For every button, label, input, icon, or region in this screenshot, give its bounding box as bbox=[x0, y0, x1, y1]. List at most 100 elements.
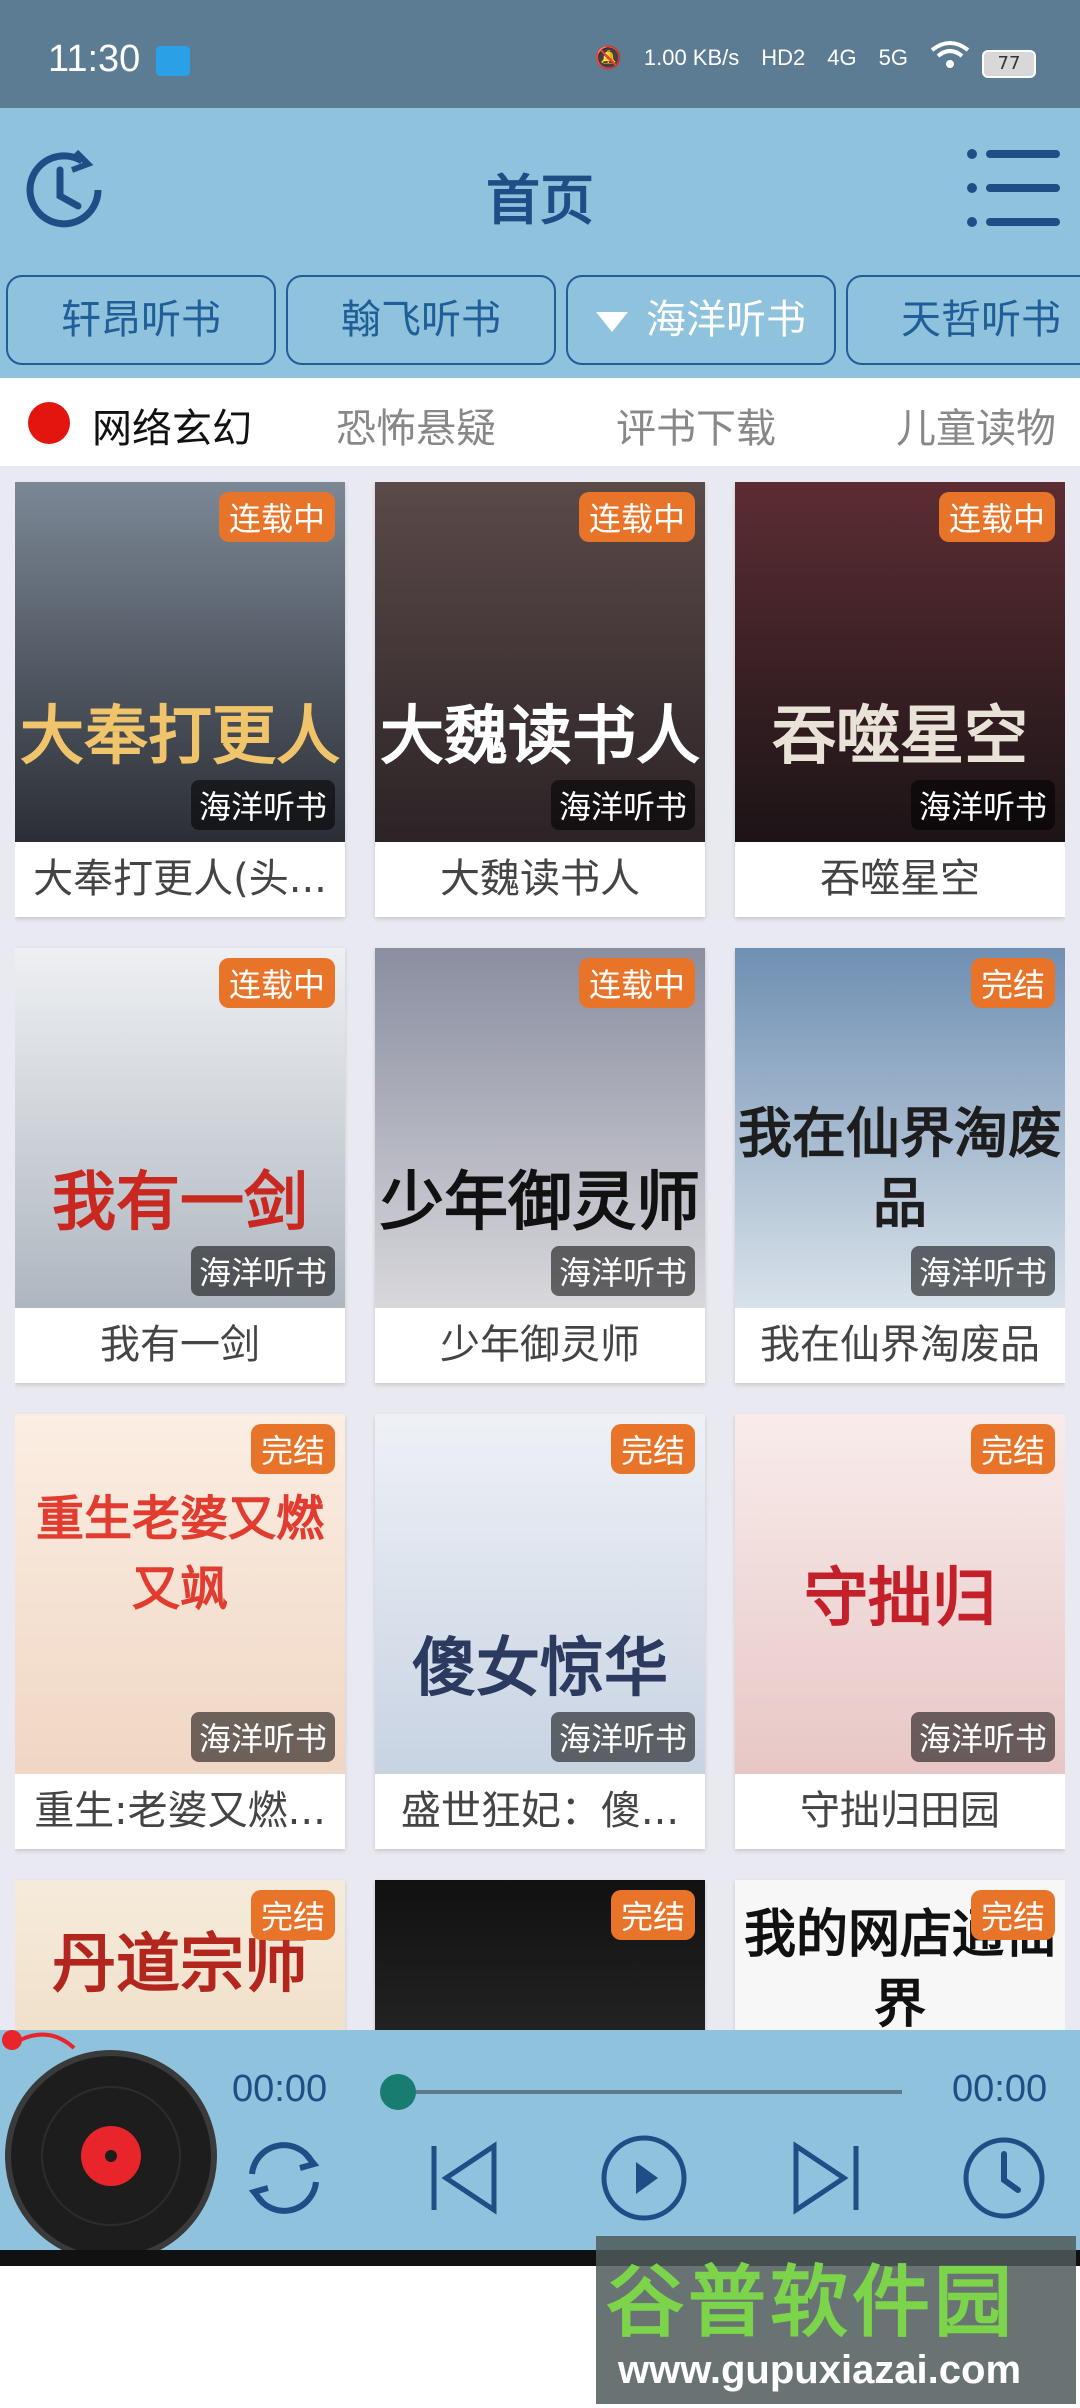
source-tab-hanfei[interactable]: 翰飞听书 bbox=[286, 275, 556, 365]
active-dot-icon bbox=[28, 402, 70, 444]
cover-title-art: 丹道宗师 bbox=[52, 1927, 308, 2002]
book-title: 我在仙界淘废品 bbox=[760, 1322, 1040, 1368]
source-tag: 海洋听书 bbox=[910, 1246, 1055, 1296]
book-title: 大奉打更人(头... bbox=[33, 856, 327, 902]
book-title: 重生:老婆又燃... bbox=[34, 1788, 326, 1834]
source-tag: 海洋听书 bbox=[190, 780, 335, 830]
4g-signal: 4G bbox=[827, 45, 857, 70]
category-ertong-duwu[interactable]: 儿童读物 bbox=[896, 396, 1056, 454]
next-button[interactable] bbox=[776, 2130, 872, 2226]
book-title: 盛世狂妃：傻... bbox=[400, 1788, 680, 1834]
book-cover: 我在仙界淘废品 完结 海洋听书 bbox=[735, 948, 1065, 1308]
cover-title-art: 傻女惊华 bbox=[412, 1631, 668, 1706]
book-cover: 大魏读书人 连载中 海洋听书 bbox=[375, 482, 705, 842]
source-tag: 海洋听书 bbox=[910, 780, 1055, 830]
book-cover: 丹道宗师 完结 bbox=[15, 1880, 345, 2032]
progress-knob[interactable] bbox=[380, 2074, 416, 2110]
status-badge: 完结 bbox=[250, 1890, 335, 1940]
category-strip: 网络玄幻 恐怖悬疑 评书下载 儿童读物 bbox=[0, 378, 1080, 466]
book-cover: 少年御灵师 连载中 海洋听书 bbox=[375, 948, 705, 1308]
book-card[interactable]: 我在仙界淘废品 完结 海洋听书 我在仙界淘废品 bbox=[735, 948, 1065, 1383]
cover-title-art: 我在仙界淘废品 bbox=[738, 1101, 1062, 1235]
status-bar: 11:30 🔕 1.00 KB/s HD2 4G 5G 77 bbox=[0, 0, 1080, 108]
play-icon bbox=[601, 2135, 687, 2221]
progress-slider[interactable] bbox=[380, 2074, 902, 2110]
list-menu-icon bbox=[967, 149, 1060, 227]
source-tab-xuanang[interactable]: 轩昂听书 bbox=[6, 275, 276, 365]
status-badge: 完结 bbox=[250, 1424, 335, 1474]
app-header: 首页 bbox=[0, 108, 1080, 270]
book-cover: 我有一剑 连载中 海洋听书 bbox=[15, 948, 345, 1308]
status-icons: 🔕 1.00 KB/s HD2 4G 5G bbox=[594, 40, 970, 76]
book-grid: 大奉打更人 连载中 海洋听书 大奉打更人(头... 大魏读书人 连载中 海洋听书… bbox=[15, 482, 1065, 2032]
dropdown-triangle-icon bbox=[596, 312, 628, 332]
source-tag: 海洋听书 bbox=[550, 1712, 695, 1762]
play-button[interactable] bbox=[596, 2130, 692, 2226]
status-badge: 连载中 bbox=[578, 492, 695, 542]
book-title: 吞噬星空 bbox=[820, 856, 980, 902]
source-tag: 海洋听书 bbox=[910, 1712, 1055, 1762]
previous-button[interactable] bbox=[418, 2130, 514, 2226]
source-tag: 海洋听书 bbox=[550, 1246, 695, 1296]
hd-signal: HD2 bbox=[761, 45, 806, 70]
book-card[interactable]: 重生老婆又燃又飒 完结 海洋听书 重生:老婆又燃... bbox=[15, 1414, 345, 1849]
source-tab-tianzhe[interactable]: 天哲听书 bbox=[846, 275, 1080, 365]
status-badge: 连载中 bbox=[578, 958, 695, 1008]
source-tag: 海洋听书 bbox=[190, 1712, 335, 1762]
book-card[interactable]: 少年御灵师 连载中 海洋听书 少年御灵师 bbox=[375, 948, 705, 1383]
book-card[interactable]: 丹道宗师 完结 bbox=[15, 1880, 345, 2032]
menu-button[interactable] bbox=[966, 146, 1062, 230]
book-card[interactable]: 大魏读书人 连载中 海洋听书 大魏读书人 bbox=[375, 482, 705, 917]
cover-title-art: 守拙归 bbox=[804, 1561, 996, 1636]
source-tag: 海洋听书 bbox=[550, 780, 695, 830]
book-card[interactable]: 傻女惊华 完结 海洋听书 盛世狂妃：傻... bbox=[375, 1414, 705, 1849]
watermark-brand: 谷普软件园 bbox=[606, 2258, 1017, 2348]
status-badge: 完结 bbox=[970, 1424, 1055, 1474]
source-tag: 海洋听书 bbox=[190, 1246, 335, 1296]
status-badge: 连载中 bbox=[218, 958, 335, 1008]
book-title: 守拙归田园 bbox=[800, 1788, 1000, 1834]
book-cover: 大奉打更人 连载中 海洋听书 bbox=[15, 482, 345, 842]
cover-title-art: 少年御灵师 bbox=[380, 1165, 700, 1240]
tonearm-icon bbox=[2, 2030, 76, 2050]
vinyl-disc-icon[interactable] bbox=[5, 2050, 217, 2262]
repeat-icon bbox=[248, 2142, 320, 2214]
cover-title-art: 大魏读书人 bbox=[380, 699, 700, 774]
status-badge: 完结 bbox=[970, 958, 1055, 1008]
repeat-button[interactable] bbox=[236, 2130, 332, 2226]
audio-player: 00:00 00:00 bbox=[0, 2030, 1080, 2266]
watermark-url: www.gupuxiazai.com bbox=[618, 2348, 1022, 2392]
mute-bell-icon: 🔕 bbox=[594, 45, 622, 70]
cover-title-art: 重生老婆又燃又飒 bbox=[35, 1491, 324, 1617]
clock-icon bbox=[963, 2137, 1045, 2219]
network-speed: 1.00 KB/s bbox=[643, 45, 740, 70]
book-card[interactable]: 完结 bbox=[375, 1880, 705, 2032]
status-time: 11:30 bbox=[48, 38, 141, 80]
5g-signal: 5G bbox=[878, 45, 908, 70]
book-cover: 完结 bbox=[375, 1880, 705, 2032]
book-title: 我有一剑 bbox=[100, 1322, 260, 1368]
book-card[interactable]: 我有一剑 连载中 海洋听书 我有一剑 bbox=[15, 948, 345, 1383]
category-pingshu-xiazai[interactable]: 评书下载 bbox=[616, 396, 776, 454]
status-badge: 完结 bbox=[610, 1890, 695, 1940]
book-card[interactable]: 我的网店通仙界 完结 bbox=[735, 1880, 1065, 2032]
category-wangluo-xuanhuan[interactable]: 网络玄幻 bbox=[28, 396, 252, 454]
book-card[interactable]: 大奉打更人 连载中 海洋听书 大奉打更人(头... bbox=[15, 482, 345, 917]
status-badge: 连载中 bbox=[938, 492, 1055, 542]
status-badge: 完结 bbox=[610, 1424, 695, 1474]
book-cover: 我的网店通仙界 完结 bbox=[735, 1880, 1065, 2032]
app-notification-icon bbox=[156, 46, 190, 76]
wifi-icon bbox=[930, 40, 970, 76]
book-card[interactable]: 守拙归 完结 海洋听书 守拙归田园 bbox=[735, 1414, 1065, 1849]
book-title: 少年御灵师 bbox=[440, 1322, 640, 1368]
sleep-timer-button[interactable] bbox=[956, 2130, 1052, 2226]
cover-title-art: 大奉打更人 bbox=[20, 699, 340, 774]
book-card[interactable]: 吞噬星空 连载中 海洋听书 吞噬星空 bbox=[735, 482, 1065, 917]
category-kongbu-xuanyi[interactable]: 恐怖悬疑 bbox=[336, 396, 496, 454]
page-title: 首页 bbox=[486, 169, 594, 232]
total-time: 00:00 bbox=[952, 2068, 1048, 2110]
cover-title-art: 我有一剑 bbox=[52, 1165, 308, 1240]
current-time: 00:00 bbox=[232, 2068, 328, 2110]
source-tab-haiyang[interactable]: 海洋听书 bbox=[566, 275, 836, 365]
cover-title-art: 吞噬星空 bbox=[772, 699, 1028, 774]
